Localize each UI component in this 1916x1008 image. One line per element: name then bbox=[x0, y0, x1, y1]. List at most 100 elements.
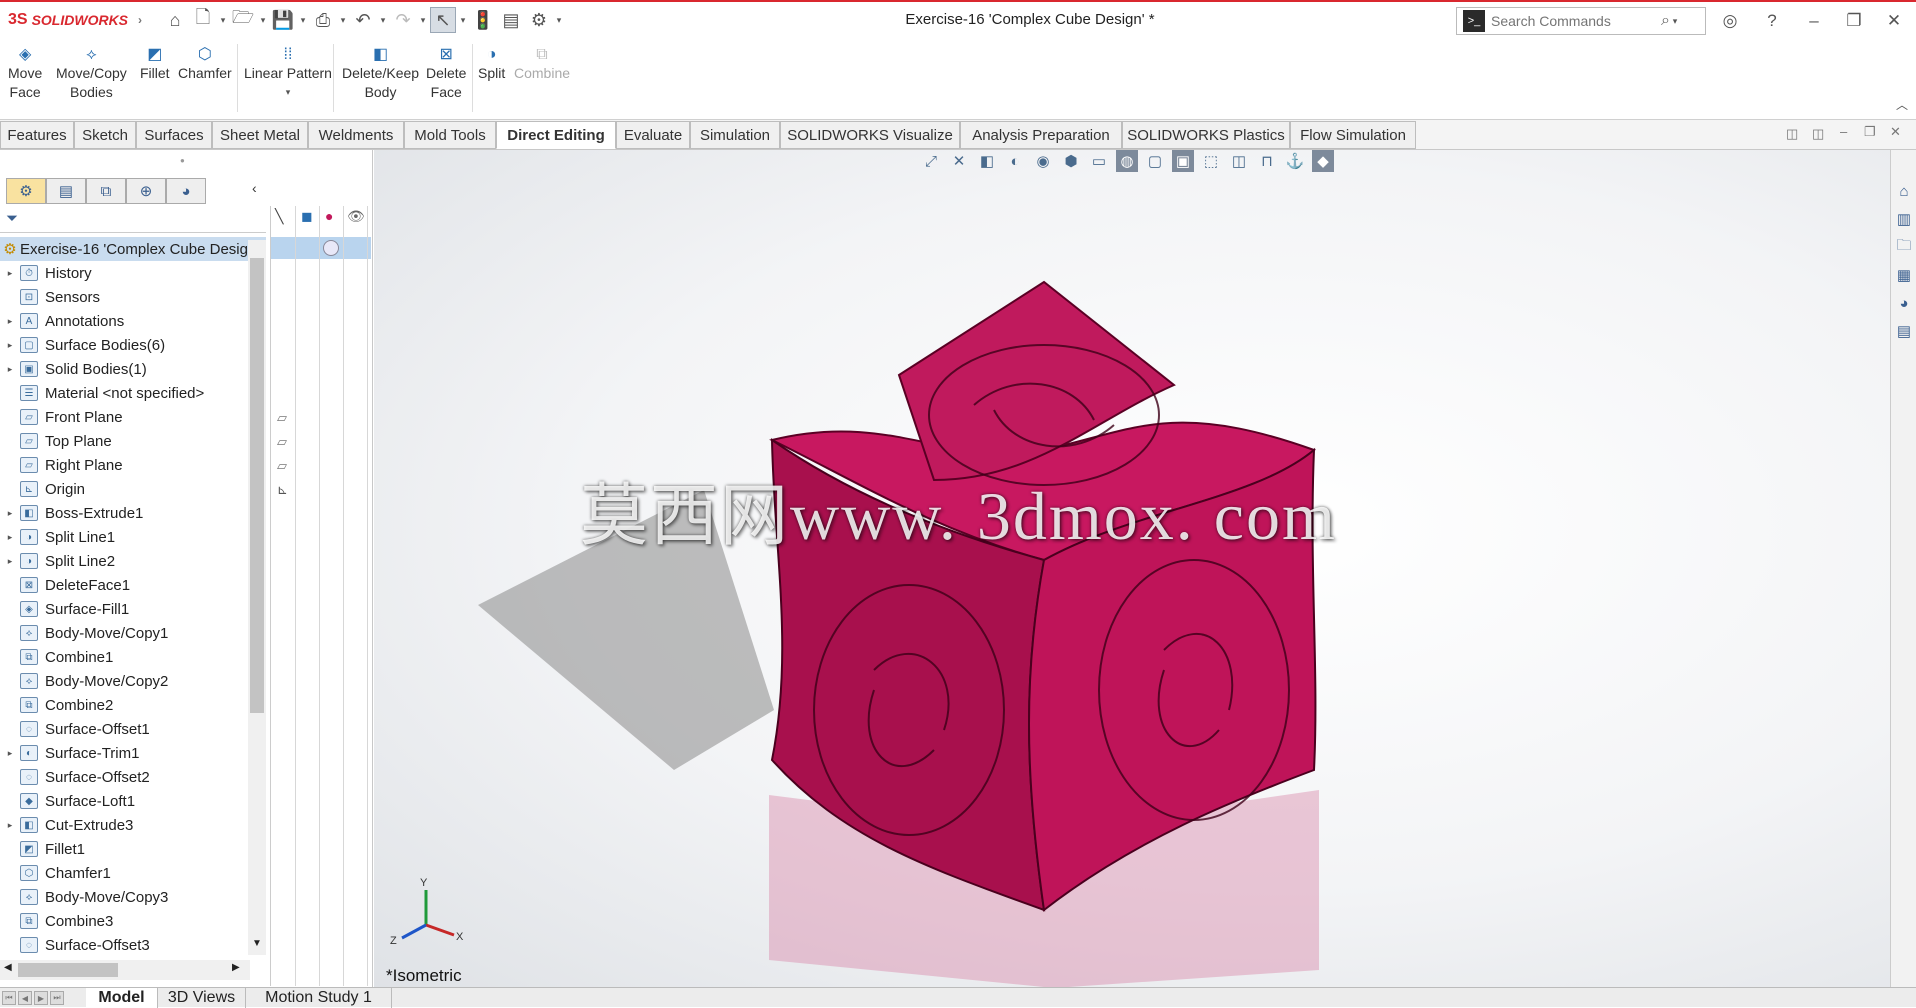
tree-item[interactable]: ⧉ Combine1 bbox=[0, 645, 250, 669]
tree-item[interactable]: ⟡ Body-Move/Copy1 bbox=[0, 621, 250, 645]
dimxpert-tab-icon[interactable]: ⊕ bbox=[126, 178, 166, 204]
design-library-icon[interactable]: ▥ bbox=[1893, 208, 1915, 230]
panel-grip-icon[interactable]: ● bbox=[180, 156, 185, 165]
section-view-icon[interactable]: ◐ bbox=[1004, 150, 1026, 172]
close-icon[interactable]: ✕ bbox=[1878, 8, 1910, 34]
appearances-icon[interactable]: ◕ bbox=[1893, 292, 1915, 314]
filter-icon[interactable]: ⏷ bbox=[6, 210, 18, 227]
tab-surfaces[interactable]: Surfaces bbox=[136, 121, 212, 149]
tab-simulation[interactable]: Simulation bbox=[690, 121, 780, 149]
collapse-ribbon-icon[interactable]: ︿ bbox=[1896, 96, 1908, 113]
redo-icon[interactable]: ↷ bbox=[390, 7, 416, 33]
tree-item[interactable]: ▸ ◑ Split Line1 bbox=[0, 525, 250, 549]
property-manager-tab-icon[interactable]: ▤ bbox=[46, 178, 86, 204]
tree-item[interactable]: ▸ ◧ Cut-Extrude3 bbox=[0, 813, 250, 837]
previous-view-icon[interactable]: ◧ bbox=[976, 150, 998, 172]
visibility-column-icon[interactable]: 👁 bbox=[347, 208, 365, 225]
expand-arrow-icon[interactable]: ▸ bbox=[0, 748, 20, 759]
expand-arrow-icon[interactable]: ▸ bbox=[0, 268, 20, 279]
shaded-edges-icon[interactable]: ▣ bbox=[1172, 150, 1194, 172]
last-tab-icon[interactable]: ⏭ bbox=[50, 991, 64, 1005]
tab-model[interactable]: Model bbox=[86, 988, 158, 1008]
panel-right-icon[interactable]: ◫ bbox=[1812, 126, 1824, 142]
search-commands[interactable]: >_ ⌕ ▾ bbox=[1456, 7, 1706, 35]
view-settings-icon[interactable]: ◫ bbox=[1228, 150, 1250, 172]
print-icon[interactable]: ⎙ bbox=[310, 7, 336, 33]
tab-sketch[interactable]: Sketch bbox=[74, 121, 136, 149]
menu-expand-icon[interactable]: › bbox=[138, 13, 142, 27]
tree-root[interactable]: ⚙ Exercise-16 'Complex Cube Desig ▲ bbox=[0, 237, 266, 261]
help-icon[interactable]: ? bbox=[1756, 8, 1788, 34]
plane-visibility-icon[interactable]: ▱ bbox=[277, 410, 287, 426]
sketch-column-icon[interactable]: ╲ bbox=[275, 208, 283, 225]
tab-mold-tools[interactable]: Mold Tools bbox=[404, 121, 496, 149]
tree-item[interactable]: ▱ Top Plane bbox=[0, 429, 250, 453]
delete-keep-body-button[interactable]: ◧ Delete/Keep Body bbox=[342, 44, 419, 102]
collapse-panel-icon[interactable]: ‹ bbox=[252, 180, 257, 196]
tree-item[interactable]: ⧉ Combine2 bbox=[0, 693, 250, 717]
tree-item[interactable]: ▸ ◧ Boss-Extrude1 bbox=[0, 501, 250, 525]
options-gear-icon[interactable]: ⚙ bbox=[526, 7, 552, 33]
search-dropdown-icon[interactable]: ▾ bbox=[1670, 16, 1680, 27]
solidworks-logo[interactable]: 3S SOLIDWORKS › bbox=[0, 11, 142, 29]
undo-dropdown-icon[interactable]: ▾ bbox=[378, 15, 388, 26]
appearance-sphere-icon[interactable] bbox=[323, 240, 339, 256]
tab-features[interactable]: Features bbox=[0, 121, 74, 149]
expand-arrow-icon[interactable]: ▸ bbox=[0, 532, 20, 543]
move-face-button[interactable]: ◈ Move Face bbox=[8, 44, 42, 102]
tree-item[interactable]: ▸ A Annotations bbox=[0, 309, 250, 333]
tree-item[interactable]: ◈ Surface-Fill1 bbox=[0, 597, 250, 621]
tree-item[interactable]: ◌ Surface-Offset2 bbox=[0, 765, 250, 789]
redo-dropdown-icon[interactable]: ▾ bbox=[418, 15, 428, 26]
tree-item[interactable]: ▸ ◑ Split Line2 bbox=[0, 549, 250, 573]
file-properties-icon[interactable]: ▤ bbox=[498, 7, 524, 33]
hidden-lines-icon[interactable]: ▢ bbox=[1144, 150, 1166, 172]
anchor-icon[interactable]: ⚓ bbox=[1284, 150, 1306, 172]
plane-visibility-icon[interactable]: ▱ bbox=[277, 458, 287, 474]
tree-item[interactable]: ▱ Front Plane bbox=[0, 405, 250, 429]
tree-item[interactable]: ⧉ Combine3 bbox=[0, 909, 250, 933]
expand-arrow-icon[interactable]: ▸ bbox=[0, 340, 20, 351]
move-copy-bodies-button[interactable]: ⟡ Move/Copy Bodies bbox=[56, 44, 127, 102]
feature-manager-tab-icon[interactable]: ⚙ bbox=[6, 178, 46, 204]
tree-item[interactable]: ◌ Surface-Offset3 bbox=[0, 933, 250, 957]
view-palette-icon[interactable]: ▦ bbox=[1893, 264, 1915, 286]
linear-pattern-dropdown-icon[interactable]: ▾ bbox=[286, 83, 291, 102]
tree-horizontal-scrollbar[interactable]: ◀ ▶ bbox=[0, 960, 250, 980]
tree-item[interactable]: ◩ Fillet1 bbox=[0, 837, 250, 861]
chamfer-button[interactable]: ⬡ Chamfer bbox=[178, 44, 232, 83]
home-icon[interactable]: ⌂ bbox=[162, 7, 188, 33]
tree-item[interactable]: ⟡ Body-Move/Copy3 bbox=[0, 885, 250, 909]
expand-arrow-icon[interactable]: ▸ bbox=[0, 508, 20, 519]
tab-analysis-preparation[interactable]: Analysis Preparation bbox=[960, 121, 1122, 149]
expand-arrow-icon[interactable]: ▸ bbox=[0, 316, 20, 327]
origin-visibility-icon[interactable]: ⊾ bbox=[277, 482, 288, 498]
split-button[interactable]: ◑ Split bbox=[478, 44, 505, 83]
tree-item[interactable]: ☰ Material <not specified> bbox=[0, 381, 250, 405]
save-dropdown-icon[interactable]: ▾ bbox=[298, 15, 308, 26]
options-dropdown-icon[interactable]: ▾ bbox=[554, 15, 564, 26]
scrollbar-thumb[interactable] bbox=[250, 258, 264, 713]
tab-weldments[interactable]: Weldments bbox=[308, 121, 404, 149]
traffic-light-icon[interactable]: 🚦 bbox=[470, 7, 496, 33]
tree-item[interactable]: ▸ ▢ Surface Bodies(6) bbox=[0, 333, 250, 357]
tab-solidworks-visualize[interactable]: SOLIDWORKS Visualize bbox=[780, 121, 960, 149]
appearance-column-icon[interactable]: ● bbox=[325, 208, 333, 224]
tree-item[interactable]: ▸ ▣ Solid Bodies(1) bbox=[0, 357, 250, 381]
tree-item[interactable]: ⊡ Sensors bbox=[0, 285, 250, 309]
first-tab-icon[interactable]: ⏮ bbox=[2, 991, 16, 1005]
expand-arrow-icon[interactable]: ▸ bbox=[0, 556, 20, 567]
tab-direct-editing[interactable]: Direct Editing bbox=[496, 121, 616, 149]
fillet-button[interactable]: ◩ Fillet bbox=[140, 44, 170, 83]
display-style-icon[interactable]: ▭ bbox=[1088, 150, 1110, 172]
tab-solidworks-plastics[interactable]: SOLIDWORKS Plastics bbox=[1122, 121, 1290, 149]
scroll-left-icon[interactable]: ◀ bbox=[4, 962, 12, 973]
custom-properties-icon[interactable]: ▤ bbox=[1893, 320, 1915, 342]
wireframe-icon[interactable]: ⬚ bbox=[1200, 150, 1222, 172]
realview-icon[interactable]: ◆ bbox=[1312, 150, 1334, 172]
print-dropdown-icon[interactable]: ▾ bbox=[338, 15, 348, 26]
tree-vertical-scrollbar[interactable]: ▼ bbox=[248, 240, 266, 955]
next-tab-icon[interactable]: ▶ bbox=[34, 991, 48, 1005]
tab-motion-study-1[interactable]: Motion Study 1 bbox=[246, 988, 392, 1008]
doc-close-icon[interactable]: ✕ bbox=[1890, 124, 1901, 140]
